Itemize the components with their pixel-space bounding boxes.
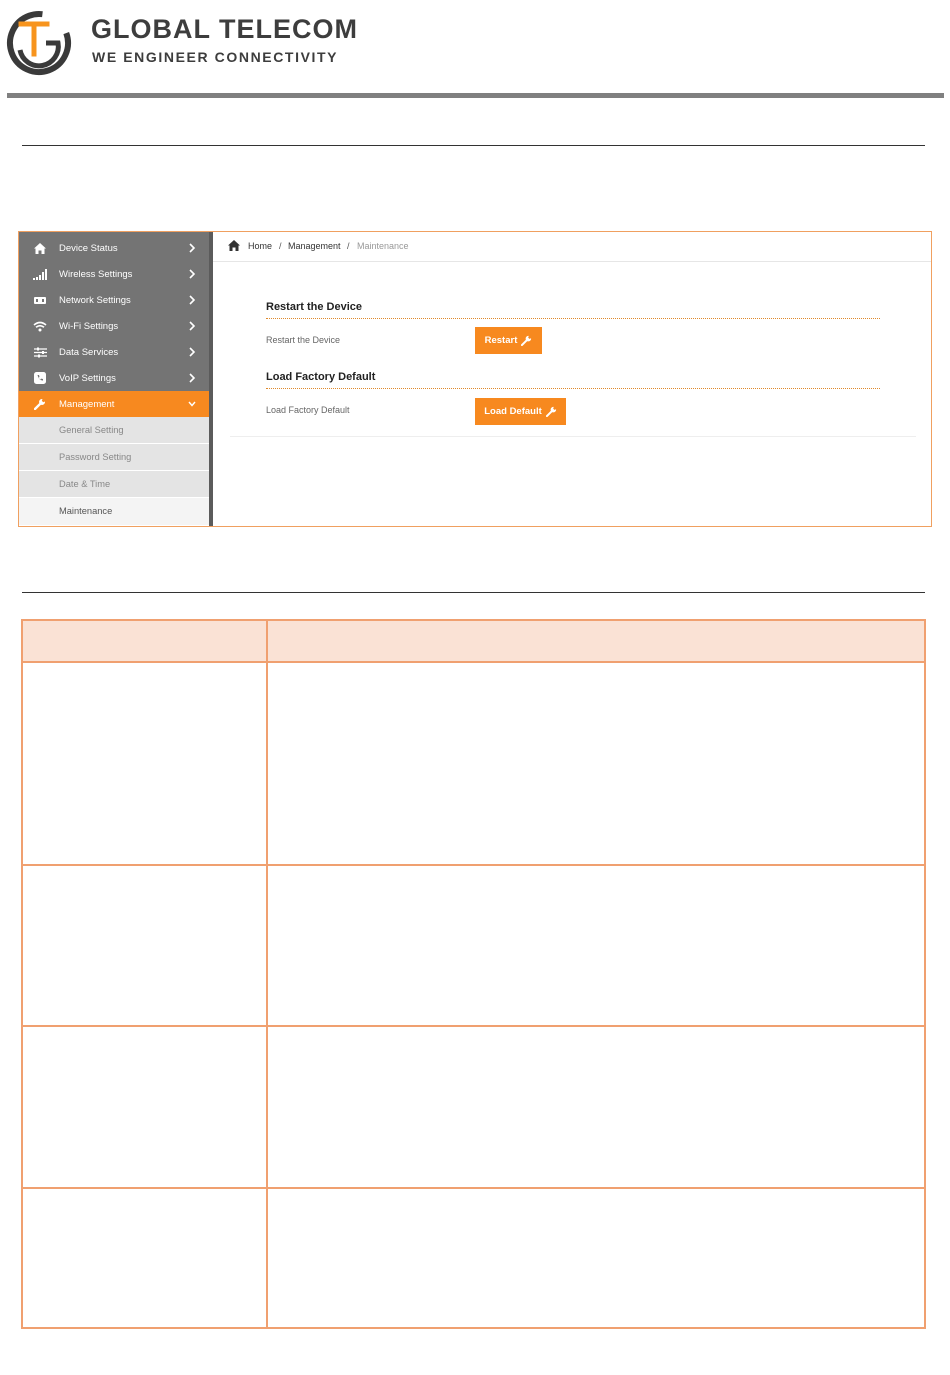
section-rule <box>22 592 925 593</box>
load-default-button-label: Load Default <box>484 406 542 417</box>
table-row-divider <box>23 1025 924 1027</box>
chevron-right-icon <box>189 373 196 383</box>
table-column-divider <box>266 621 268 1327</box>
sidebar-item-data-services[interactable]: Data Services <box>19 339 209 365</box>
sidebar-item-label: Wi-Fi Settings <box>59 321 119 332</box>
chevron-right-icon <box>189 243 196 253</box>
phone-icon <box>33 372 47 384</box>
sidebar-item-label: Wireless Settings <box>59 269 133 280</box>
sidebar-item-label: Device Status <box>59 243 118 254</box>
chevron-right-icon <box>189 321 196 331</box>
load-default-button[interactable]: Load Default <box>475 398 566 425</box>
brand-tagline: WE ENGINEER CONNECTIVITY <box>92 49 339 65</box>
sidebar-item-voip-settings[interactable]: VoIP Settings <box>19 365 209 391</box>
submenu-item-label: Maintenance <box>59 506 113 516</box>
sidebar: Device Status Wireless Settings Network … <box>19 232 209 526</box>
description-table <box>21 619 926 1329</box>
router-ui-screenshot: Device Status Wireless Settings Network … <box>18 231 932 527</box>
wrench-icon <box>33 398 47 410</box>
sidebar-item-wifi-settings[interactable]: Wi-Fi Settings <box>19 313 209 339</box>
table-row-divider <box>23 864 924 866</box>
signal-icon <box>33 268 47 280</box>
chevron-right-icon <box>189 295 196 305</box>
sidebar-item-label: VoIP Settings <box>59 373 116 384</box>
table-header-row <box>23 621 924 663</box>
header-divider <box>7 93 944 98</box>
table-row-divider <box>23 1187 924 1189</box>
submenu-item-password-setting[interactable]: Password Setting <box>19 444 209 471</box>
breadcrumb-separator: / <box>279 241 282 251</box>
home-icon <box>33 242 47 254</box>
section-divider <box>266 388 880 389</box>
sidebar-item-network-settings[interactable]: Network Settings <box>19 287 209 313</box>
submenu-item-label: General Setting <box>59 425 124 435</box>
restart-button[interactable]: Restart <box>475 327 542 354</box>
section-divider <box>266 318 880 319</box>
sidebar-item-label: Network Settings <box>59 295 131 306</box>
breadcrumb-home[interactable]: Home <box>248 241 272 251</box>
sidebar-item-label: Management <box>59 399 115 410</box>
sidebar-item-label: Data Services <box>59 347 119 358</box>
submenu-item-general-setting[interactable]: General Setting <box>19 417 209 444</box>
restart-label: Restart the Device <box>266 335 341 345</box>
sidebar-item-management[interactable]: Management <box>19 391 209 417</box>
restart-section-title: Restart the Device <box>266 301 362 313</box>
wifi-icon <box>33 320 47 332</box>
wrench-icon <box>545 406 556 417</box>
factory-default-label: Load Factory Default <box>266 405 350 415</box>
breadcrumb: Home / Management / Maintenance <box>213 232 931 262</box>
global-telecom-logo <box>7 11 71 75</box>
chevron-right-icon <box>189 269 196 279</box>
submenu-item-label: Password Setting <box>59 452 132 462</box>
breadcrumb-management[interactable]: Management <box>288 241 341 251</box>
submenu-item-label: Date & Time <box>59 479 111 489</box>
main-content: Home / Management / Maintenance Restart … <box>213 232 931 526</box>
breadcrumb-separator: / <box>347 241 350 251</box>
factory-section-title: Load Factory Default <box>266 371 376 383</box>
restart-button-label: Restart <box>484 335 518 346</box>
sidebar-item-wireless-settings[interactable]: Wireless Settings <box>19 261 209 287</box>
home-icon[interactable] <box>228 240 240 251</box>
sliders-icon <box>33 346 47 358</box>
brand-title: GLOBAL TELECOM <box>91 14 358 44</box>
wrench-icon <box>521 335 532 346</box>
submenu-item-date-time[interactable]: Date & Time <box>19 471 209 498</box>
sidebar-item-device-status[interactable]: Device Status <box>19 235 209 261</box>
section-rule <box>22 145 925 146</box>
network-icon <box>33 294 47 306</box>
panel-divider <box>230 436 916 437</box>
chevron-right-icon <box>189 347 196 357</box>
submenu-item-maintenance[interactable]: Maintenance <box>19 498 209 526</box>
breadcrumb-current: Maintenance <box>357 241 409 251</box>
chevron-down-icon <box>188 401 196 407</box>
